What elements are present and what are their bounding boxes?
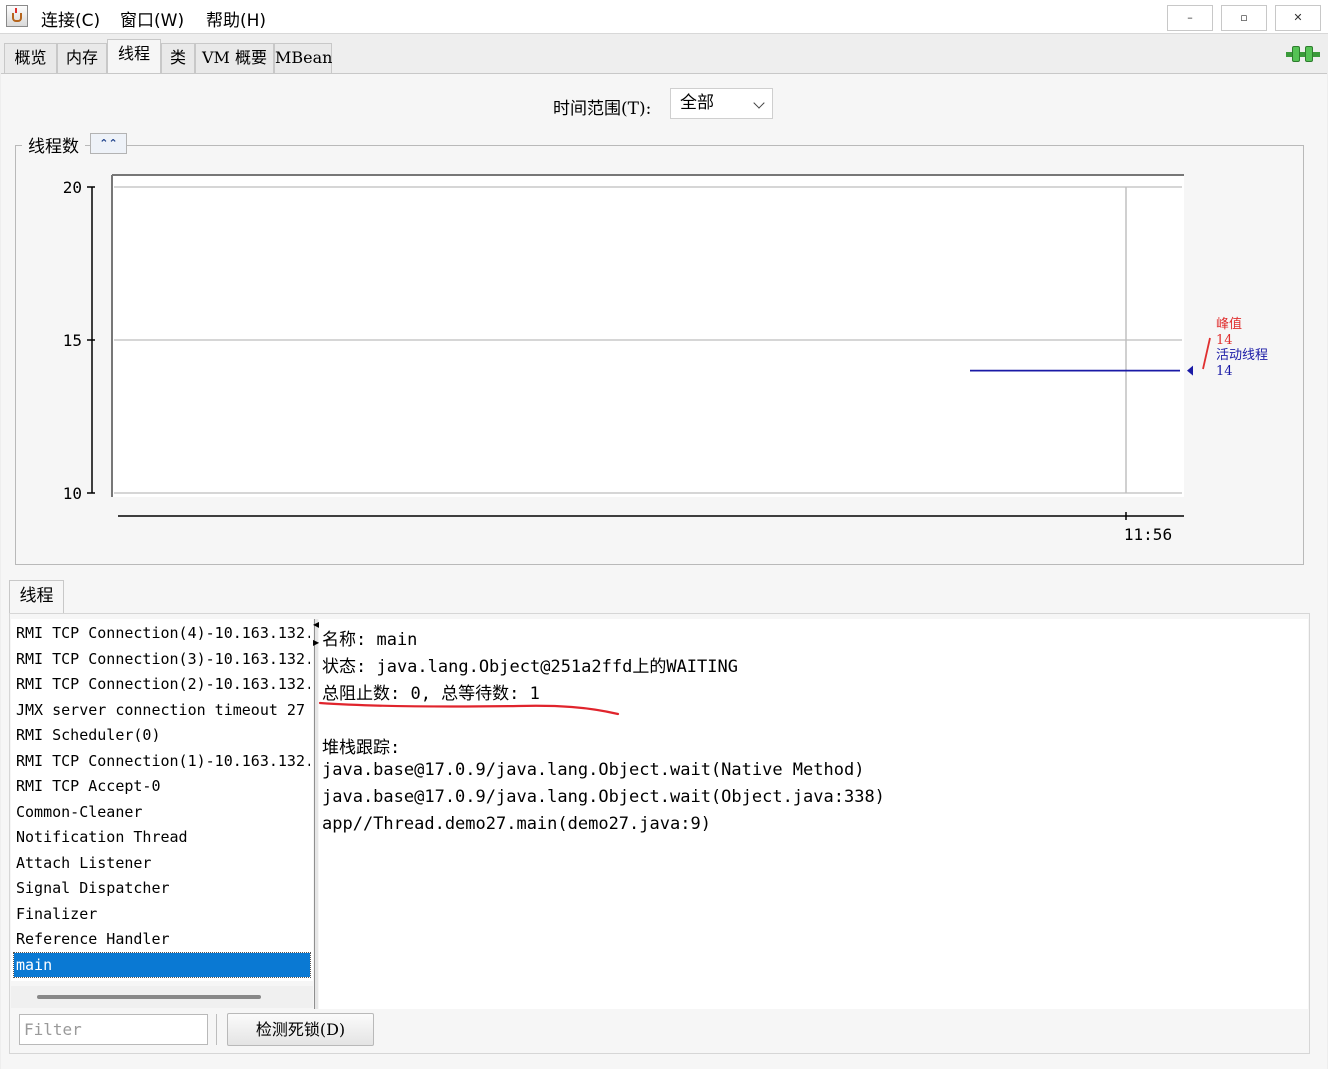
thread-list-item[interactable]: Reference Handler bbox=[14, 927, 310, 951]
stack-frame: java.base@17.0.9/java.lang.Object.wait(O… bbox=[322, 787, 885, 807]
legend-peak-label: 峰值 bbox=[1216, 316, 1242, 332]
tab-overview[interactable]: 概览 bbox=[4, 43, 57, 73]
thread-list-item[interactable]: RMI TCP Accept-0 bbox=[14, 774, 310, 798]
time-range-select[interactable]: 全部 bbox=[670, 88, 773, 119]
thread-count-chart: 20151011:56峰值14活动线程14 bbox=[63, 174, 1268, 544]
thread-list-item[interactable]: Signal Dispatcher bbox=[14, 876, 310, 900]
thread-list-item[interactable]: RMI TCP Connection(3)-10.163.132. bbox=[14, 647, 310, 671]
thread-list[interactable]: RMI TCP Connection(4)-10.163.132. RMI TCP… bbox=[11, 619, 313, 981]
red-underline-annotation bbox=[318, 701, 620, 716]
stack-frame: java.base@17.0.9/java.lang.Object.wait(N… bbox=[322, 760, 865, 780]
scrollbar-thumb[interactable] bbox=[37, 995, 261, 999]
chevron-down-icon bbox=[753, 97, 765, 109]
tab-vm-summary[interactable]: VM 概要 bbox=[195, 43, 274, 73]
y-tick-label: 15 bbox=[63, 331, 82, 350]
filter-input[interactable] bbox=[19, 1014, 208, 1045]
connected-plug-icon bbox=[1286, 46, 1320, 62]
tab-threads[interactable]: 线程 bbox=[107, 39, 161, 73]
menu-bar: 连接(C) 窗口(W) 帮助(H) – ▫ ✕ bbox=[0, 0, 1328, 34]
tab-memory[interactable]: 内存 bbox=[57, 43, 107, 73]
plot-area bbox=[112, 175, 1184, 497]
minimize-button[interactable]: – bbox=[1167, 5, 1213, 31]
x-tick-label: 11:56 bbox=[1124, 525, 1172, 544]
thread-list-item[interactable]: RMI TCP Connection(1)-10.163.132. bbox=[14, 749, 310, 773]
thread-list-item[interactable]: Attach Listener bbox=[14, 851, 310, 875]
thread-list-item[interactable]: RMI TCP Connection(4)-10.163.132. bbox=[14, 621, 310, 645]
tab-classes[interactable]: 类 bbox=[161, 43, 195, 73]
thread-name: 名称: main bbox=[322, 630, 418, 650]
detect-deadlock-button[interactable]: 检测死锁(D) bbox=[227, 1013, 374, 1046]
close-button[interactable]: ✕ bbox=[1275, 5, 1321, 31]
toolbar-separator bbox=[216, 1014, 218, 1045]
thread-list-item[interactable]: Common-Cleaner bbox=[14, 800, 310, 824]
tab-mbean[interactable]: MBean bbox=[274, 43, 332, 73]
thread-list-item[interactable]: RMI TCP Connection(2)-10.163.132. bbox=[14, 672, 310, 696]
thread-list-item[interactable]: main bbox=[13, 951, 311, 978]
legend-peak-value: 14 bbox=[1216, 333, 1233, 348]
y-tick-label: 20 bbox=[63, 178, 82, 197]
thread-list-item[interactable]: Finalizer bbox=[14, 902, 310, 926]
restore-button[interactable]: ▫ bbox=[1221, 5, 1267, 31]
tab-thread-list[interactable]: 线程 bbox=[9, 580, 64, 614]
tab-bar: 概览 内存 线程 类 VM 概要 MBean bbox=[0, 37, 1328, 73]
time-range-label: 时间范围(T): bbox=[553, 99, 652, 119]
split-pane-divider[interactable] bbox=[314, 619, 318, 1009]
menu-help[interactable]: 帮助(H) bbox=[206, 6, 266, 31]
thread-list-item[interactable]: Notification Thread bbox=[14, 825, 310, 849]
thread-list-item[interactable]: JMX server connection timeout 27 bbox=[14, 698, 310, 722]
y-tick-label: 10 bbox=[63, 484, 82, 503]
legend-active-value: 14 bbox=[1216, 364, 1233, 379]
peak-marker bbox=[1202, 337, 1211, 370]
time-range-value: 全部 bbox=[680, 93, 714, 113]
legend-active-label: 活动线程 bbox=[1216, 348, 1268, 363]
active-threads-marker bbox=[1187, 365, 1193, 376]
menu-connection[interactable]: 连接(C) bbox=[41, 6, 100, 31]
thread-list-scrollbar[interactable] bbox=[11, 986, 313, 1008]
java-app-icon bbox=[6, 5, 28, 27]
thread-detail: 名称: main 状态: java.lang.Object@251a2ffd上的… bbox=[319, 619, 1308, 1009]
thread-state: 状态: java.lang.Object@251a2ffd上的WAITING bbox=[322, 657, 738, 677]
stack-frame: app//Thread.demo27.main(demo27.java:9) bbox=[322, 814, 711, 834]
thread-list-item[interactable]: RMI Scheduler(0) bbox=[14, 723, 310, 747]
stack-trace-header: 堆栈跟踪: bbox=[322, 738, 401, 758]
menu-window[interactable]: 窗口(W) bbox=[120, 6, 184, 31]
